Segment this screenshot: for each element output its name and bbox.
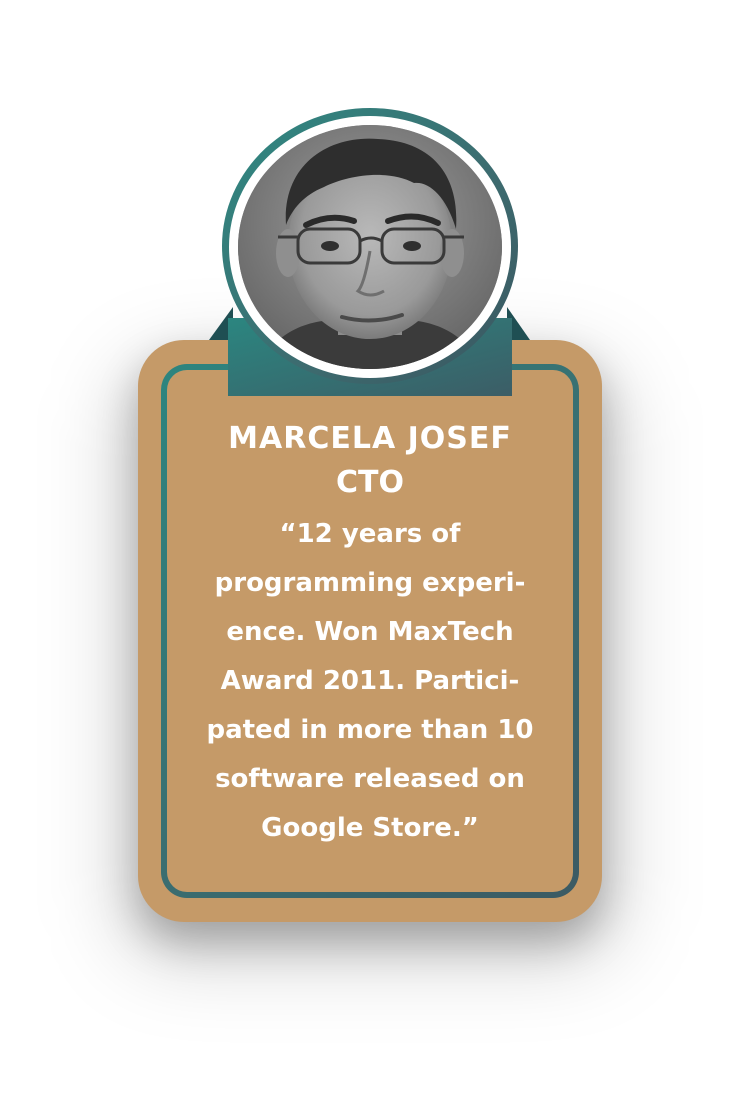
quote-line: software released on — [215, 764, 525, 794]
person-name: MARCELA JOSEF — [228, 421, 512, 456]
portrait-photo — [238, 125, 502, 369]
quote-line: ence. Won MaxTech — [226, 617, 514, 647]
quote-line: Google Store.” — [261, 813, 479, 843]
person-role: CTO — [336, 465, 404, 500]
profile-card-stage: MARCELA JOSEF CTO “12 years of programmi… — [0, 0, 735, 1095]
avatar — [238, 125, 502, 369]
quote-line: pated in more than 10 — [206, 715, 534, 745]
quote-line: “12 years of — [279, 519, 461, 549]
quote-line: programming experi- — [214, 568, 526, 598]
person-quote: “12 years of programming experi- ence. W… — [175, 510, 565, 853]
profile-text: MARCELA JOSEF CTO “12 years of programmi… — [175, 418, 565, 853]
quote-line: Award 2011. Partici- — [220, 666, 520, 696]
